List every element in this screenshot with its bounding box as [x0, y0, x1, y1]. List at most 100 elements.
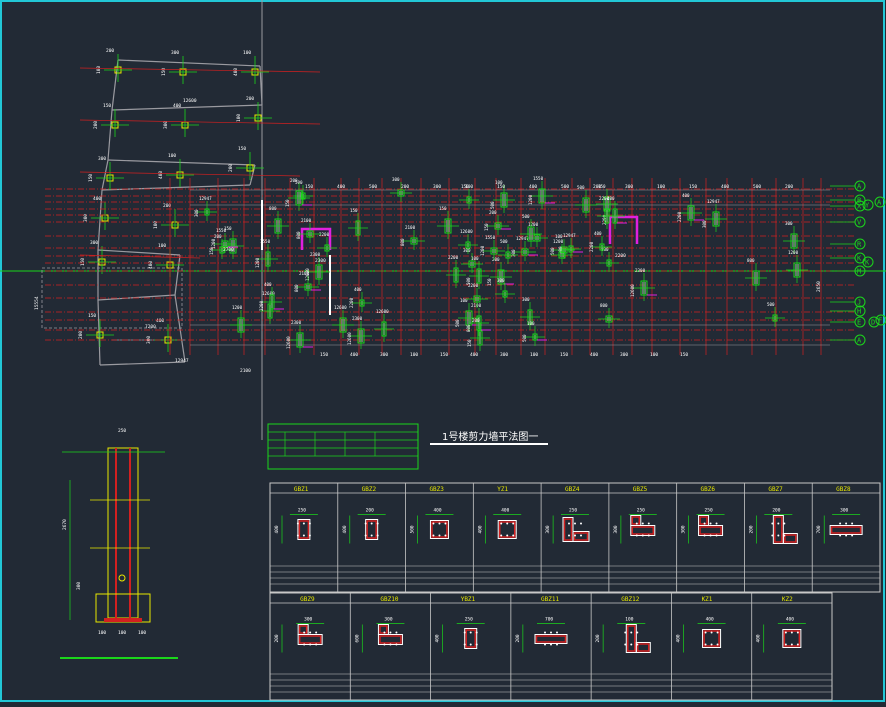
- plan-dim-text: 2200: [599, 196, 610, 201]
- top-dim-text: 200: [401, 184, 409, 190]
- plan-dim-text: 400: [354, 287, 362, 292]
- wing-wall-line: [99, 361, 186, 366]
- rebar-dot: [771, 522, 774, 525]
- rebar-dot: [636, 631, 639, 634]
- rebar-dot: [771, 534, 774, 537]
- plan-dim-text: 2300: [352, 316, 363, 321]
- column-dim-text: 300: [840, 508, 848, 514]
- top-dim-text: 150: [497, 184, 505, 190]
- axis-label: K: [865, 259, 870, 267]
- rebar-dot: [500, 534, 503, 537]
- bottom-dim-text: 400: [350, 352, 358, 358]
- plan-dim-text: 2100: [299, 271, 310, 276]
- column-section-icon: [624, 624, 651, 653]
- title-block-frame: [267, 423, 419, 470]
- plan-dim-text: 12947: [563, 233, 576, 238]
- rebar-dot: [370, 534, 373, 537]
- axis-label: H: [857, 308, 861, 316]
- rebar-dot: [845, 534, 848, 537]
- wing-dim-text: 2100: [240, 368, 251, 374]
- column-label: GBZ8: [836, 486, 851, 493]
- plan-dim-text: 1550: [533, 176, 544, 181]
- plan-dim-text: 12947: [199, 196, 212, 201]
- wing-dim-text: 200: [228, 164, 234, 172]
- rebar-dot: [839, 534, 842, 537]
- bottom-dim-text: 100: [530, 352, 538, 358]
- top-dim-text: 500: [369, 184, 377, 190]
- plan-dim-text: 2200: [589, 241, 594, 252]
- rebar-dot: [432, 534, 435, 537]
- section-dim-text: 100: [98, 630, 106, 636]
- cad-drawing-canvas[interactable]: 200 100 300 150 100 400 150 200 400 300 200 100 300 1…: [0, 0, 886, 703]
- shear-wall-plan-drawing[interactable]: 2001003001501004001502004003002001003001…: [0, 0, 886, 703]
- rebar-dot: [710, 643, 713, 646]
- wing-dim-text: 400: [233, 68, 239, 76]
- plan-dim-text: 300: [785, 221, 793, 226]
- top-dim-text: 100: [465, 184, 473, 190]
- plan-dim-text: 2300: [635, 268, 646, 273]
- column-label: GBZ7: [768, 486, 783, 493]
- column-dim-text: 400: [706, 617, 714, 623]
- plan-dim-text: 2200: [677, 211, 682, 222]
- wing-dim-text: 400: [156, 318, 164, 324]
- plan-dim-text: 150: [285, 199, 290, 207]
- rebar-outline: [379, 635, 402, 644]
- plan-dim-text: 300: [392, 177, 400, 182]
- column-section-icon: [377, 624, 403, 646]
- column-label: GBZ5: [633, 486, 648, 493]
- rebar-dot: [641, 534, 644, 537]
- column-dim-text: 400: [675, 634, 681, 642]
- column-section-icon: [296, 519, 311, 540]
- plan-dim-text: 800: [600, 303, 608, 308]
- wing-wall-line: [107, 109, 113, 161]
- plan-dim-text: 1200: [255, 257, 260, 268]
- column-dim-text: 200: [748, 525, 754, 533]
- wing-dim-text: 12600: [183, 98, 197, 104]
- column-detail-tables: GBZ1 250 400 GBZ2 200 400 GBZ3 400 500 YZ1 400 400 G…: [269, 482, 881, 701]
- plan-dim-text: 150: [467, 339, 472, 347]
- rebar-dot: [469, 643, 472, 646]
- plan-dim-text: 2200: [349, 297, 354, 308]
- rebar-dot: [624, 643, 627, 646]
- column-dim-text: 400: [501, 508, 509, 514]
- top-dim-text: 300: [625, 184, 633, 190]
- plan-dim-text: 2200: [319, 232, 330, 237]
- rebar-dot: [777, 522, 780, 525]
- rebar-dot: [296, 534, 299, 537]
- wing-dim-text: 12947: [175, 358, 189, 364]
- rebar-outline: [774, 516, 783, 543]
- axis-label: M: [857, 268, 861, 276]
- plan-dim-text: 200: [472, 318, 480, 323]
- rebar-dot: [438, 522, 441, 525]
- rebar-dot: [303, 643, 306, 646]
- plan-dim-text: 500: [455, 319, 460, 327]
- column-dim-text: 250: [705, 508, 713, 514]
- rebar-outline: [631, 516, 641, 525]
- rebar-dot: [550, 631, 552, 634]
- plan-dim-text: 1550: [260, 239, 271, 244]
- top-dim-text: 100: [657, 184, 665, 190]
- column-section-icon: [829, 522, 863, 537]
- wing-dim-text: 300: [98, 156, 106, 162]
- column-label: GBZ4: [565, 486, 580, 493]
- rebar-dot: [395, 643, 398, 646]
- rebar-outline: [631, 526, 655, 535]
- column-dim-text: 200: [366, 508, 374, 514]
- wing-dim-text: 400: [93, 196, 101, 202]
- bottom-dim-text: 150: [320, 352, 328, 358]
- column-label: YBZ1: [461, 596, 476, 603]
- column-dim-text: 400: [786, 617, 794, 623]
- plan-dim-text: 100: [471, 256, 479, 261]
- plan-dim-text: 400: [264, 282, 272, 287]
- plan-dim-text: 1200: [480, 245, 485, 256]
- plan-dim-text: 500: [550, 247, 555, 255]
- rebar-dot: [703, 534, 706, 537]
- column-section-icon: [782, 629, 802, 648]
- wing-dim-text: 200: [246, 96, 254, 102]
- rebar-dot: [574, 522, 576, 525]
- plan-dim-text: 2700: [223, 247, 234, 253]
- bottom-dim-text: 300: [380, 352, 388, 358]
- rebar-dot: [777, 534, 780, 537]
- section-wall: [107, 447, 139, 619]
- plan-dim-text: 500: [500, 239, 508, 244]
